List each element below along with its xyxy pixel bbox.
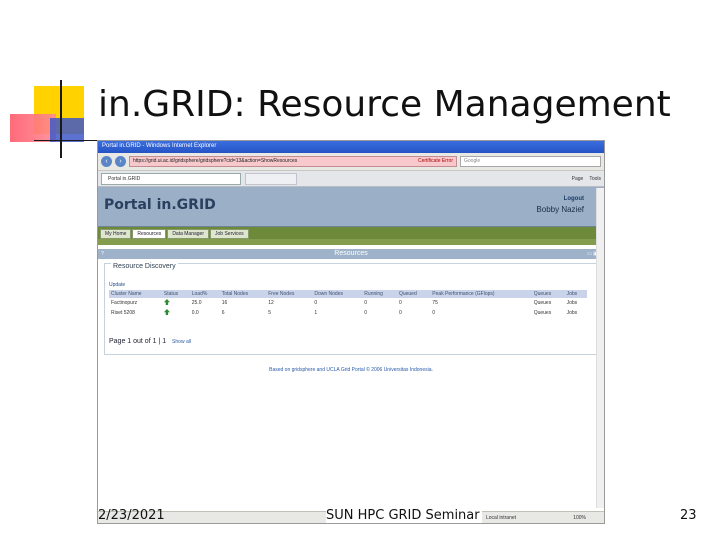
free-nodes-cell: 5 (268, 310, 272, 316)
zoom-level[interactable]: 100% (573, 515, 586, 521)
tab-resources[interactable]: Resources (132, 229, 167, 239)
queues-link[interactable]: Queues (532, 298, 565, 308)
url-field[interactable]: https://grid.ui.ac.id/gridsphere/gridsph… (129, 156, 457, 167)
status-up-icon (163, 299, 170, 305)
down-nodes-cell: 0 (314, 300, 318, 306)
portal-footer-note: Based on gridsphere and UCLA Grid Portal… (269, 367, 433, 373)
section-title: Resources (334, 250, 368, 257)
section-bar: ? Resources ▭ ▣ (98, 249, 604, 259)
col-status: Status (161, 290, 190, 298)
address-bar: ‹ › https://grid.ui.ac.id/gridsphere/gri… (98, 153, 604, 171)
user-name: Bobby Nazief (536, 205, 584, 214)
peak-cell: 0 (432, 310, 436, 316)
load-cell: 25.0 (191, 300, 202, 306)
total-nodes-cell: 6 (221, 310, 225, 316)
jobs-link[interactable]: Jobs (565, 298, 587, 308)
panel-title: Resource Discovery (111, 263, 178, 270)
slide-page-number: 23 (680, 508, 697, 523)
down-nodes-cell: 1 (314, 310, 318, 316)
sub-nav-bar (98, 239, 604, 245)
resource-table: Cluster Name Status Load% Total Nodes Fr… (109, 290, 587, 318)
command-bar: Page Tools (572, 176, 601, 182)
col-free-nodes: Free Nodes (266, 290, 313, 298)
tools-menu[interactable]: Tools (589, 176, 601, 182)
pager-text[interactable]: Page 1 out of 1 | 1 (109, 338, 166, 345)
status-cell (162, 308, 190, 318)
browser-tab[interactable]: Portal in.GRID (101, 172, 241, 185)
pager: Page 1 out of 1 | 1 Show all (109, 338, 191, 345)
running-cell: 0 (364, 310, 368, 316)
slide-footer-text: SUN HPC GRID Seminar (326, 508, 482, 523)
free-nodes-cell: 12 (268, 300, 274, 306)
status-cell (162, 298, 190, 308)
decor-vertical-line (60, 80, 62, 158)
certificate-error-label[interactable]: Certificate Error (418, 157, 453, 166)
total-nodes-cell: 16 (221, 300, 228, 306)
tab-data-manager[interactable]: Data Manager (167, 229, 209, 239)
peak-cell: 75 (432, 300, 438, 306)
url-text: https://grid.ui.ac.id/gridsphere/gridsph… (133, 158, 298, 164)
running-cell: 0 (364, 300, 368, 306)
resource-discovery-panel: Resource Discovery Update Cluster Name S… (104, 263, 598, 355)
portal-tabs: My Home Resources Data Manager Job Servi… (98, 227, 604, 239)
col-peak-performance: Peak Performance (GFlops) (430, 290, 532, 298)
decor-blue-square (50, 118, 84, 142)
col-load: Load% (189, 290, 220, 298)
col-running: Running (362, 290, 397, 298)
table-row: Factinopurz 25.0 16 12 0 0 0 75 Queues J… (109, 298, 587, 308)
vertical-scrollbar[interactable] (596, 188, 604, 508)
queued-cell: 0 (398, 310, 402, 316)
queued-cell: 0 (398, 300, 402, 306)
slide-date: 2/23/2021 (98, 508, 165, 523)
portal-header: Portal in.GRID Logout Bobby Nazief (98, 187, 604, 227)
tab-my-home[interactable]: My Home (100, 229, 132, 239)
col-down-nodes: Down Nodes (312, 290, 363, 298)
slide-title: in.GRID: Resource Management (98, 84, 671, 125)
load-cell: 0.0 (191, 310, 199, 316)
col-cluster-name: Cluster Name (109, 290, 162, 298)
col-queues: Queues (531, 290, 565, 298)
queues-link[interactable]: Queues (532, 308, 565, 318)
show-all-link[interactable]: Show all (172, 339, 191, 345)
cluster-name-link[interactable]: Riset 5208 (109, 308, 162, 318)
col-jobs: Jobs (564, 290, 587, 298)
jobs-link[interactable]: Jobs (565, 308, 587, 318)
browser-screenshot: Portal in.GRID - Windows Internet Explor… (97, 140, 605, 524)
help-icon[interactable]: ? (101, 249, 104, 259)
new-tab-button[interactable] (245, 172, 297, 185)
col-total-nodes: Total Nodes (219, 290, 267, 298)
tab-job-services[interactable]: Job Services (210, 229, 249, 239)
back-icon[interactable]: ‹ (101, 156, 112, 167)
tab-bar: Portal in.GRID Page Tools (98, 171, 604, 187)
security-zone: Local intranet (486, 515, 517, 521)
forward-icon[interactable]: › (115, 156, 126, 167)
logout-link[interactable]: Logout (564, 196, 584, 202)
cluster-name-link[interactable]: Factinopurz (109, 298, 162, 308)
table-header-row: Cluster Name Status Load% Total Nodes Fr… (109, 290, 587, 298)
table-row: Riset 5208 0.0 6 5 1 0 0 0 Queues Jobs (109, 308, 587, 318)
status-up-icon (163, 309, 170, 315)
window-title: Portal in.GRID - Windows Internet Explor… (98, 141, 604, 153)
col-queued: Queued (396, 290, 431, 298)
page-menu[interactable]: Page (572, 176, 584, 182)
portal-title: Portal in.GRID (104, 197, 216, 213)
update-link[interactable]: Update (109, 282, 125, 288)
search-input[interactable]: Google (460, 156, 601, 167)
